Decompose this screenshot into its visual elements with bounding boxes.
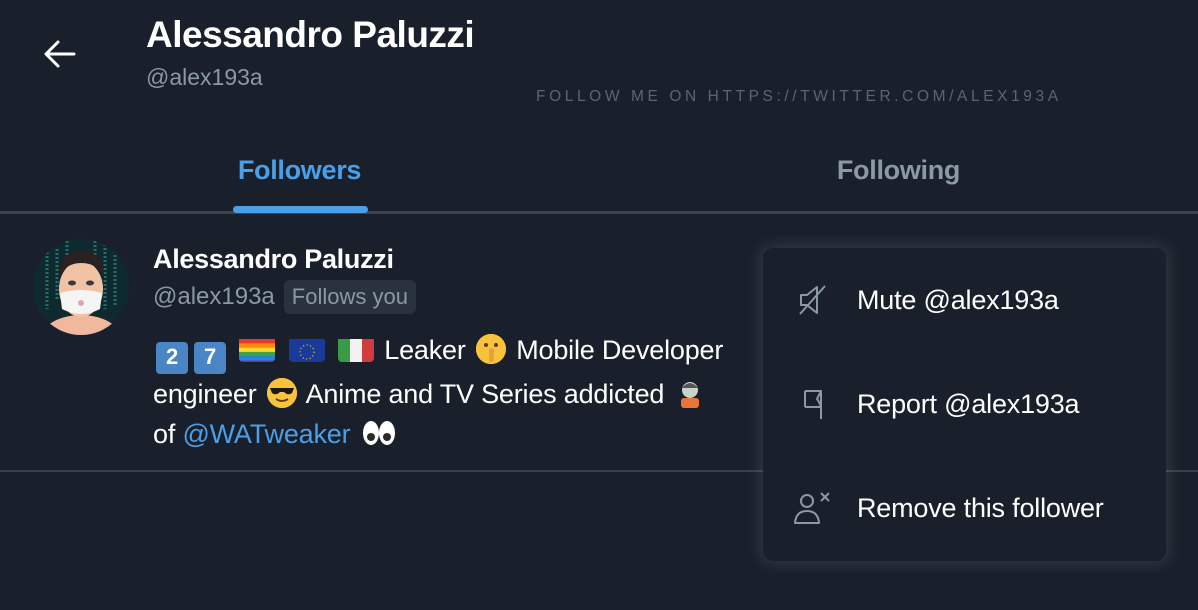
menu-item-label: Remove this follower: [857, 492, 1104, 523]
menu-item-mute[interactable]: Mute @alex193a: [763, 248, 1166, 352]
page-subtitle: @alex193a: [146, 64, 263, 90]
tab-followers[interactable]: Followers: [0, 130, 599, 213]
handle-row: @alex193a Follows you: [153, 280, 416, 314]
tab-label: Followers: [237, 155, 362, 185]
back-button[interactable]: [38, 32, 82, 76]
keycap-7-icon: 7: [194, 342, 226, 374]
italy-flag-icon: [337, 336, 374, 362]
follower-actions-menu: Mute @alex193a Report @alex193a Remove t…: [763, 248, 1166, 561]
menu-item-report[interactable]: Report @alex193a: [763, 352, 1166, 456]
active-tab-indicator: [233, 206, 368, 213]
avatar-image: [33, 239, 129, 335]
sunglasses-face-icon: [266, 378, 297, 408]
user-name[interactable]: Alessandro Paluzzi: [153, 244, 394, 275]
rainbow-flag-icon: [239, 336, 276, 362]
user-bio: 27 Leaker Mobile Developer engineer Anim…: [153, 330, 773, 454]
menu-item-label: Mute @alex193a: [857, 284, 1059, 315]
eyes-icon: [361, 418, 395, 448]
mute-icon: [793, 280, 833, 320]
flag-icon: [793, 384, 833, 424]
bio-text: Mobile Developer: [516, 335, 724, 365]
bio-text: of: [153, 419, 176, 449]
shushing-face-icon: [475, 334, 506, 364]
menu-item-label: Report @alex193a: [857, 388, 1080, 419]
zombie-icon: [675, 378, 707, 408]
bio-text: engineer: [153, 379, 257, 409]
follows-you-badge: Follows you: [283, 280, 416, 314]
page-title: Alessandro Paluzzi: [146, 14, 475, 55]
tab-label: Following: [836, 155, 961, 185]
remove-user-icon: [793, 488, 833, 528]
tab-following[interactable]: Following: [599, 130, 1198, 211]
tab-bar: Followers Following: [0, 130, 1198, 214]
menu-item-remove-follower[interactable]: Remove this follower: [763, 456, 1166, 560]
arrow-left-icon: [44, 40, 76, 68]
watermark-text: FOLLOW ME ON HTTPS://TWITTER.COM/ALEX193…: [536, 88, 1062, 105]
bio-text: Leaker: [384, 335, 466, 365]
header: Alessandro Paluzzi @alex193a FOLLOW ME O…: [0, 0, 1198, 130]
eu-flag-icon: [288, 336, 325, 362]
avatar[interactable]: [33, 239, 129, 335]
mention-link[interactable]: @WATweaker: [182, 419, 350, 449]
user-handle: @alex193a: [153, 283, 275, 310]
keycap-2-icon: 2: [156, 342, 188, 374]
bio-text: Anime and TV Series addicted: [305, 379, 665, 409]
